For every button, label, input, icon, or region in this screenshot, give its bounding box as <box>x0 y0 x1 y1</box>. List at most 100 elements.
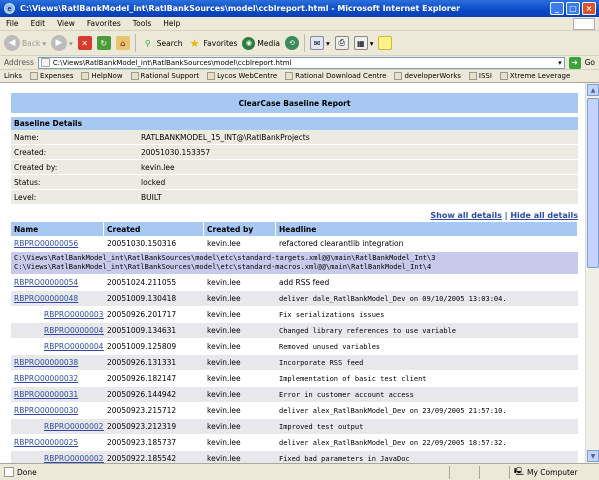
minimize-button[interactable]: _ <box>550 2 564 15</box>
link-rational-download-centre[interactable]: Rational Download Centre <box>285 72 386 80</box>
scroll-up-arrow-icon[interactable]: ▲ <box>587 84 599 96</box>
activity-link[interactable]: RBPRO00000054 <box>14 278 78 287</box>
menu-view[interactable]: View <box>57 19 75 28</box>
home-button[interactable]: ⌂ <box>115 36 130 50</box>
created-cell: 20050926.144942 <box>107 390 177 399</box>
mail-icon: ✉ <box>309 36 324 50</box>
scroll-down-arrow-icon[interactable]: ▼ <box>587 450 599 462</box>
media-button[interactable]: ◉ Media <box>242 36 280 50</box>
history-button[interactable]: ⟲ <box>284 36 299 50</box>
headline-cell: deliver dale_RatlBankModel_Dev on 09/10/… <box>279 294 507 303</box>
link-page-icon <box>499 72 508 80</box>
headline-cell: Error in customer account access <box>279 390 414 399</box>
activity-link[interactable]: RBPRO00000036 <box>44 310 104 319</box>
back-button[interactable]: ◀ Back ▾ <box>4 35 46 51</box>
created-by-cell: kevin.lee <box>207 422 241 431</box>
address-value: C:\Views\RatlBankModel_int\RatlBankSourc… <box>52 58 292 67</box>
stop-button[interactable]: ✕ <box>77 36 92 50</box>
menu-tools[interactable]: Tools <box>133 19 151 28</box>
computer-icon: 🖳 <box>514 466 525 476</box>
forward-button[interactable]: ▶ ▾ <box>50 35 73 51</box>
baseline-details-heading: Baseline Details <box>11 117 578 130</box>
activity-link[interactable]: RBPRO00000027 <box>44 422 104 431</box>
search-icon: ⚲ <box>144 38 151 48</box>
detail-row: Level: BUILT <box>11 190 578 205</box>
show-all-details-link[interactable]: Show all details <box>430 211 501 220</box>
column-created-by: Created by <box>204 222 276 236</box>
favorites-button[interactable]: ★ Favorites <box>188 36 238 50</box>
discuss-button[interactable] <box>378 36 393 50</box>
table-row: RBPRO00000024 20050922.185542 kevin.lee Fix… <box>11 451 578 463</box>
activity-link[interactable]: RBPRO00000031 <box>14 390 78 399</box>
vertical-scrollbar[interactable]: ▲ ▼ <box>585 83 599 463</box>
hide-all-details-link[interactable]: Hide all details <box>510 211 578 220</box>
address-dropdown-icon[interactable]: ▾ <box>558 59 562 67</box>
activity-link[interactable]: RBPRO00000046 <box>44 326 104 335</box>
created-cell: 20050926.182147 <box>107 374 177 383</box>
activity-link[interactable]: RBPRO00000030 <box>14 406 78 415</box>
table-row: RBPRO00000030 20050923.215712 kevin.lee del… <box>11 403 578 419</box>
menu-help[interactable]: Help <box>163 19 180 28</box>
maximize-button[interactable]: □ <box>566 2 580 15</box>
created-by-cell: kevin.lee <box>207 358 241 367</box>
activity-link[interactable]: RBPRO00000032 <box>14 374 78 383</box>
activity-link[interactable]: RBPRO00000024 <box>44 454 104 463</box>
link-page-icon <box>468 72 477 80</box>
edit-button[interactable]: ▦ ▾ <box>353 36 373 50</box>
created-by-cell: kevin.lee <box>207 454 241 463</box>
headline-cell: Improved test output <box>279 422 364 431</box>
mail-button[interactable]: ✉ ▾ <box>309 36 330 50</box>
headline-cell: Removed unused variables <box>279 342 381 351</box>
link-developerworks[interactable]: developerWorks <box>394 72 461 80</box>
activity-link[interactable]: RBPRO00000048 <box>14 294 78 303</box>
link-rational-support[interactable]: Rational Support <box>130 72 199 80</box>
created-cell: 20050923.212319 <box>107 422 177 431</box>
print-button[interactable]: ⎙ <box>334 36 349 50</box>
activity-link[interactable]: RBPRO00000056 <box>14 239 78 248</box>
show-hide-links: Show all details | Hide all details <box>430 211 578 220</box>
address-input[interactable]: C:\Views\RatlBankModel_int\RatlBankSourc… <box>37 56 565 69</box>
status-page-icon <box>4 467 14 477</box>
media-label: Media <box>257 38 280 48</box>
link-issi[interactable]: ISSI <box>468 72 492 80</box>
menu-edit[interactable]: Edit <box>31 19 46 28</box>
search-button[interactable]: ⚲ Search <box>141 36 183 50</box>
close-button[interactable]: × <box>582 2 596 15</box>
ie-icon: e <box>4 3 15 14</box>
created-cell: 20051009.130418 <box>107 294 177 303</box>
created-by-cell: kevin.lee <box>207 342 241 351</box>
title-bar: e C:\Views\RatlBankModel_int\RatlBankSou… <box>0 0 599 17</box>
windows-logo <box>573 17 595 30</box>
home-icon: ⌂ <box>115 36 130 50</box>
headline-cell: Changed library references to use variab… <box>279 326 457 335</box>
refresh-icon: ↻ <box>96 36 111 50</box>
scroll-thumb[interactable] <box>587 98 599 268</box>
created-by-cell: kevin.lee <box>207 278 241 287</box>
media-icon: ◉ <box>242 36 256 50</box>
activity-link[interactable]: RBPRO00000025 <box>14 438 78 447</box>
created-by-cell: kevin.lee <box>207 239 241 248</box>
go-arrow-icon[interactable]: ➜ <box>568 56 581 69</box>
link-lycos-webcentre[interactable]: Lycos WebCentre <box>207 72 277 80</box>
favorites-star-icon: ★ <box>189 36 200 50</box>
activities-table-body: RBPRO00000056 20051030.150316 kevin.lee ref… <box>11 236 578 463</box>
edit-icon: ▦ <box>353 36 368 50</box>
address-bar: Address C:\Views\RatlBankModel_int\RatlB… <box>0 56 599 70</box>
link-expenses[interactable]: Expenses <box>29 72 73 80</box>
link-page-icon <box>285 72 294 80</box>
table-row: RBPRO00000048 20051009.130418 kevin.lee del… <box>11 291 578 307</box>
menu-file[interactable]: File <box>6 19 19 28</box>
changed-file: C:\Views\RatlBankModel_int\RatlBankSourc… <box>14 254 436 262</box>
link-helpnow[interactable]: HelpNow <box>81 72 123 80</box>
link-xtreme-leverage[interactable]: Xtreme Leverage <box>499 72 570 80</box>
go-button[interactable]: Go <box>585 58 595 67</box>
back-label: Back <box>22 38 41 48</box>
activity-link[interactable]: RBPRO00000047 <box>44 342 104 351</box>
page-icon <box>40 58 50 67</box>
baseline-report: ClearCase Baseline Report Baseline Detai… <box>11 93 578 463</box>
activity-link[interactable]: RBPRO00000038 <box>14 358 78 367</box>
menu-favorites[interactable]: Favorites <box>87 19 121 28</box>
refresh-button[interactable]: ↻ <box>96 36 111 50</box>
zone-panel: 🖳 My Computer <box>509 465 599 479</box>
search-label: Search <box>156 38 183 48</box>
